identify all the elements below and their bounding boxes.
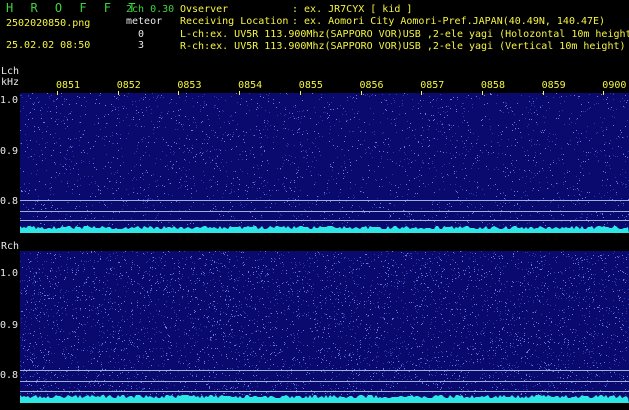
time-tick-mark bbox=[178, 91, 180, 95]
location-key: Receiving Location bbox=[180, 16, 289, 27]
time-tick-label: 0853 bbox=[177, 80, 202, 91]
location-value: : ex. Aomori City Aomori-Pref.JAPAN(40.4… bbox=[292, 16, 606, 27]
rch-marker-3 bbox=[20, 391, 629, 392]
time-tick-mark bbox=[239, 91, 241, 95]
time-tick-mark bbox=[360, 91, 362, 95]
rch-marker-2 bbox=[20, 381, 629, 382]
rch-marker-1 bbox=[20, 370, 629, 371]
observer-key: Ovserver bbox=[180, 4, 229, 15]
rch-label: Rch bbox=[1, 241, 20, 252]
lch-freq-1.0: 1.0 bbox=[0, 95, 19, 106]
time-tick-mark bbox=[421, 91, 423, 95]
rch-info: R-ch:ex. UV5R 113.900Mhz(SAPPORO VOR)USB… bbox=[180, 41, 626, 52]
time-tick-label: 0858 bbox=[480, 80, 505, 91]
time-tick-mark bbox=[299, 91, 301, 95]
time-tick-label: 0859 bbox=[541, 80, 566, 91]
lch-label: Lch bbox=[1, 66, 20, 77]
lch-info: L-ch:ex. UV5R 113.900Mhz(SAPPORO VOR)USB… bbox=[180, 29, 629, 40]
hroft-screen: H R O F F T 2ch 0.30 2502020850.png mete… bbox=[0, 0, 629, 410]
meteor-label: meteor bbox=[126, 16, 163, 27]
rch-freq-1.0: 1.0 bbox=[0, 268, 19, 279]
time-tick-label: 0856 bbox=[359, 80, 384, 91]
lch-marker-2 bbox=[20, 211, 629, 212]
app-logo: H R O F F T bbox=[6, 1, 141, 15]
lch-noise bbox=[20, 93, 629, 233]
lch-marker-1 bbox=[20, 200, 629, 201]
time-tick-mark bbox=[542, 91, 544, 95]
time-tick-label: 0855 bbox=[298, 80, 323, 91]
time-tick-label: 0854 bbox=[238, 80, 263, 91]
rch-freq-0.9: 0.9 bbox=[0, 320, 19, 331]
lch-marker-3 bbox=[20, 220, 629, 221]
time-tick-mark bbox=[603, 91, 605, 95]
mode-label: 2ch 0.30 bbox=[126, 4, 175, 15]
time-tick-label: 0900 bbox=[602, 80, 627, 91]
time-tick-label: 0857 bbox=[420, 80, 445, 91]
khz-label: kHz bbox=[1, 77, 20, 88]
lch-freq-0.8: 0.8 bbox=[0, 196, 19, 207]
lch-freq-0.9: 0.9 bbox=[0, 146, 19, 157]
meteor-count-r: 3 bbox=[138, 40, 145, 51]
time-tick-mark bbox=[57, 91, 58, 95]
time-tick-mark bbox=[117, 91, 119, 95]
datetime: 25.02.02 08:50 bbox=[6, 40, 91, 51]
filename: 2502020850.png bbox=[6, 18, 91, 29]
rch-freq-0.8: 0.8 bbox=[0, 370, 19, 381]
time-tick-label: 0852 bbox=[116, 80, 141, 91]
meteor-count-l: 0 bbox=[138, 29, 145, 40]
time-tick-mark bbox=[481, 91, 483, 95]
time-tick-label: 0851 bbox=[56, 80, 81, 91]
observer-value: : ex. JR7CYX [ kid ] bbox=[292, 4, 413, 15]
